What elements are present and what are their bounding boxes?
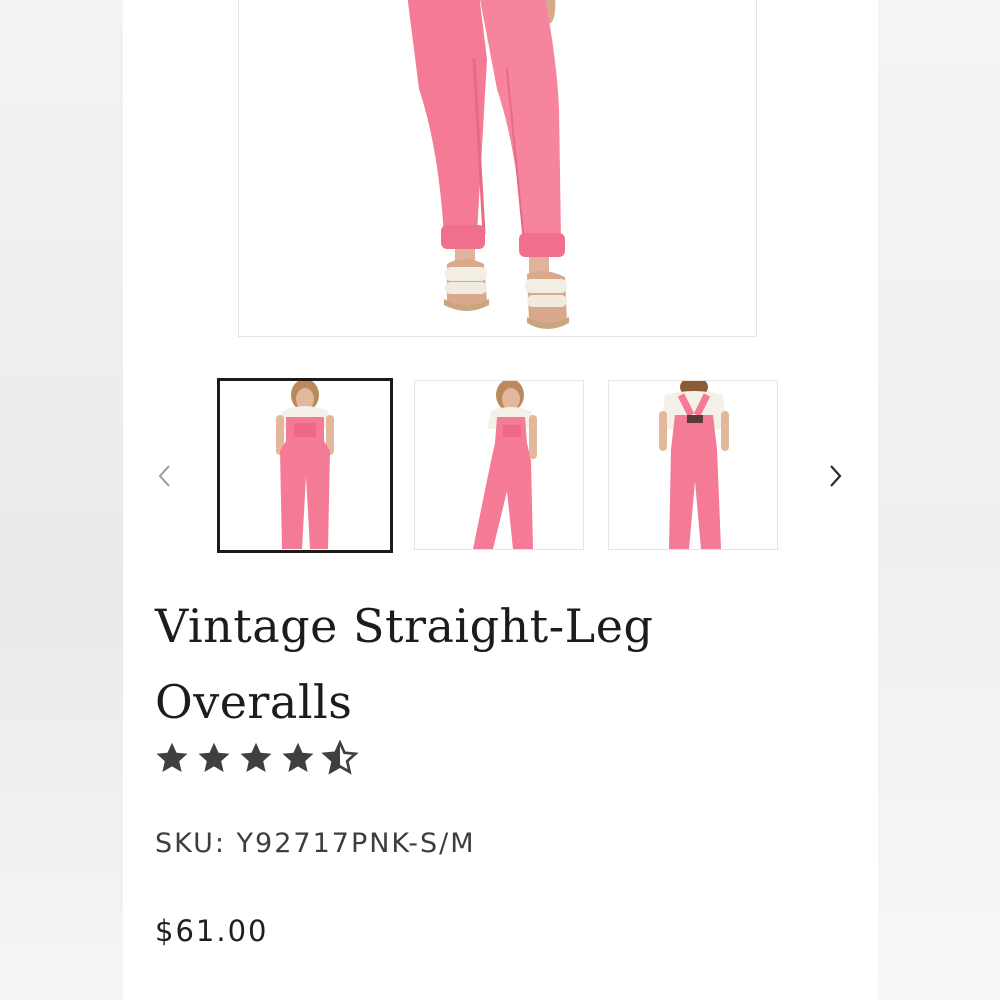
chevron-left-icon bbox=[158, 465, 170, 487]
thumbnail-front[interactable] bbox=[217, 378, 393, 553]
product-page: Vintage Straight-Leg Overalls SKU: Y9271… bbox=[123, 0, 878, 1000]
chevron-right-icon bbox=[830, 465, 842, 487]
thumbnail-back[interactable] bbox=[608, 380, 778, 550]
star-full-icon bbox=[156, 742, 188, 772]
star-half-icon bbox=[321, 740, 359, 775]
product-price: $61.00 bbox=[155, 914, 269, 948]
product-title: Vintage Straight-Leg Overalls bbox=[155, 599, 654, 729]
product-sku: SKU: Y92717PNK-S/M bbox=[155, 828, 476, 859]
star-full-icon bbox=[240, 742, 272, 772]
star-rating[interactable] bbox=[153, 740, 359, 776]
star-full-icon bbox=[198, 742, 230, 772]
carousel-prev-button[interactable] bbox=[149, 458, 179, 494]
carousel-next-button[interactable] bbox=[821, 458, 851, 494]
star-full-icon bbox=[282, 742, 314, 772]
left-backdrop bbox=[0, 0, 123, 1000]
right-backdrop bbox=[878, 0, 1000, 1000]
thumbnail-side[interactable] bbox=[414, 380, 584, 550]
main-product-image[interactable] bbox=[238, 0, 757, 337]
